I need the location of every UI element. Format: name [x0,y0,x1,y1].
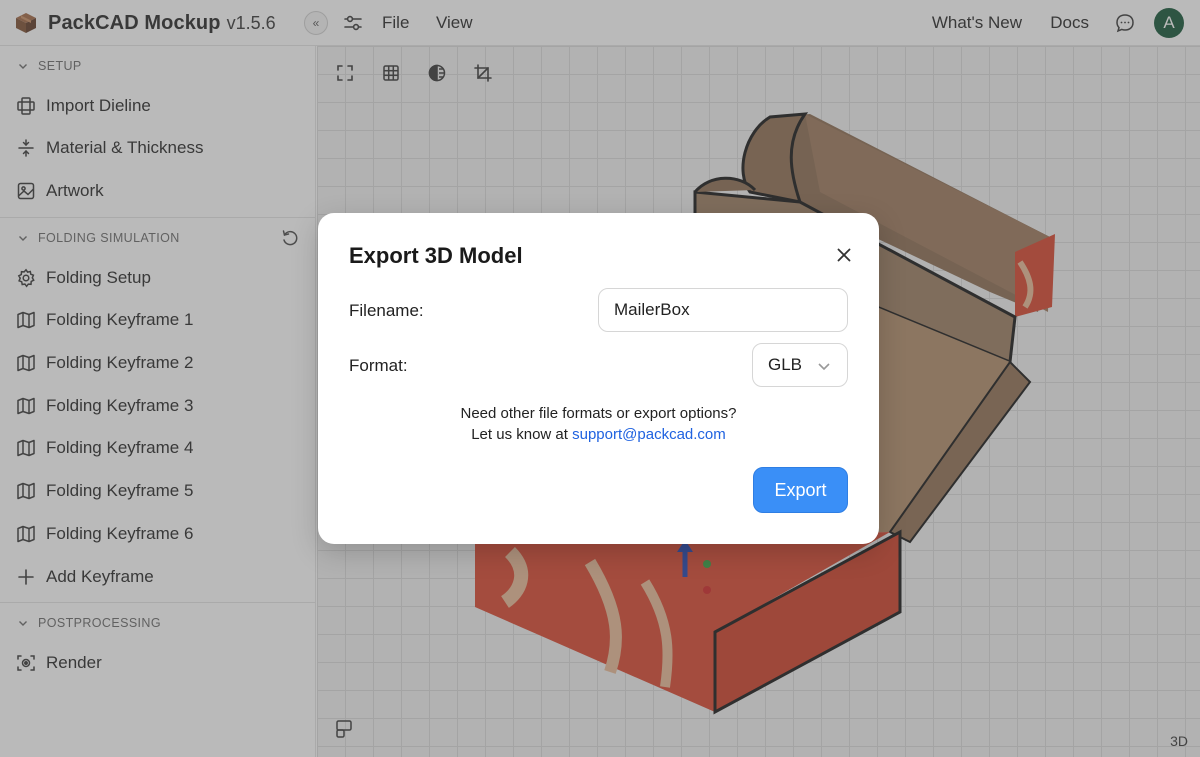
help-line-1: Need other file formats or export option… [460,405,737,422]
format-value: GLB [768,355,803,374]
chevron-down-icon [817,358,831,372]
help-text: Need other file formats or export option… [318,403,879,445]
filename-label: Filename: [349,301,424,320]
export-button[interactable]: Export [753,467,848,513]
support-email-link[interactable]: support@packcad.com [572,426,726,443]
filename-input[interactable] [598,288,848,332]
close-icon[interactable] [835,246,853,264]
export-3d-model-dialog: Export 3D Model Filename: Format: GLB Ne… [318,213,879,544]
help-line-2: Let us know at [471,426,568,443]
dialog-title: Export 3D Model [349,243,523,268]
format-label: Format: [349,356,408,375]
format-select[interactable]: GLB [752,343,848,387]
